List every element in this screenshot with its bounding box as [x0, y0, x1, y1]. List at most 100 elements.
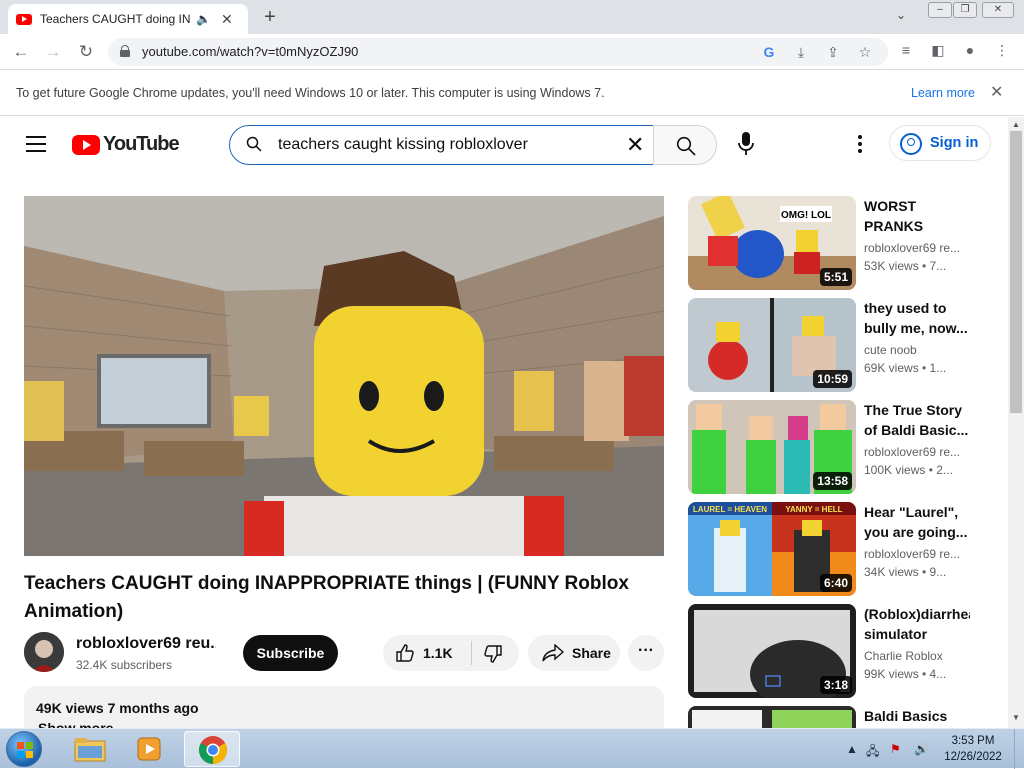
recommendation-thumbnail[interactable]: 3:18	[688, 604, 856, 698]
taskbar-explorer-button[interactable]	[62, 731, 118, 767]
recommendation-item[interactable]: 10:59 they used to bully me, now... cute…	[688, 298, 978, 392]
search-input[interactable]: teachers caught kissing robloxlover ✕	[229, 125, 654, 165]
scrollbar-thumb[interactable]	[1010, 131, 1022, 413]
thumbs-down-icon[interactable]	[483, 644, 503, 664]
view-count-and-date: 49K views 7 months ago	[36, 700, 199, 716]
share-page-icon[interactable]: ⇪	[824, 44, 842, 61]
profile-avatar-icon[interactable]: ●	[960, 42, 980, 58]
thumbnail-caption: OMG! LOL	[781, 210, 831, 221]
browser-tabstrip: Teachers CAUGHT doing INAPPROPRIATE thin…	[0, 0, 1024, 34]
thumbnail-right-caption: YANNY = HELL	[785, 505, 842, 514]
tab-search-chevron-icon[interactable]: ⌄	[896, 8, 906, 22]
restore-button[interactable]: ❐	[953, 2, 977, 18]
install-app-icon[interactable]: ⤓	[792, 44, 810, 61]
recommendation-item[interactable]: 13:58 The True Story of Baldi Basic... r…	[688, 400, 978, 494]
recommendation-channel[interactable]: robloxlover69 re...	[864, 547, 970, 561]
recommendation-item[interactable]: LAUREL = HEAVEN YANNY = HELL 6:40 Hear "…	[688, 502, 978, 596]
learn-more-link[interactable]: Learn more	[911, 86, 975, 100]
taskbar-media-player-button[interactable]	[122, 731, 178, 767]
chrome-menu-icon[interactable]: ⋮	[992, 42, 1012, 59]
google-lens-icon[interactable]: G	[760, 44, 778, 60]
media-controls-icon[interactable]: ≡	[896, 42, 916, 58]
video-title: Teachers CAUGHT doing INAPPROPRIATE thin…	[24, 573, 629, 622]
infobar-message: To get future Google Chrome updates, you…	[16, 86, 605, 100]
recommendation-channel[interactable]: robloxlover69 re...	[864, 445, 970, 459]
recommendation-item[interactable]: 3:18 (Roblox)diarrhea simulator Charlie …	[688, 604, 978, 698]
tab-close-icon[interactable]: ✕	[221, 11, 233, 28]
network-icon[interactable]: 🖧	[866, 742, 879, 763]
recommendation-item[interactable]: OMG! LOL 5:51 WORST PRANKS used... roblo…	[688, 196, 978, 290]
description-box[interactable]: 49K views 7 months ago Show more	[24, 686, 664, 736]
show-desktop-button[interactable]	[1014, 729, 1024, 769]
recommendation-thumbnail[interactable]: OMG! LOL 5:51	[688, 196, 856, 290]
windows-taskbar: ▲ 🖧 ⚑ 🔊 3:53 PM 12/26/2022	[0, 728, 1024, 769]
clear-search-icon[interactable]: ✕	[626, 132, 644, 158]
recommendation-title[interactable]: Hear "Laurel", you are going...	[864, 502, 970, 542]
recommendation-thumbnail[interactable]: LAUREL = HEAVEN YANNY = HELL 6:40	[688, 502, 856, 596]
subscribe-button[interactable]: Subscribe	[243, 635, 338, 671]
search-button[interactable]	[653, 125, 717, 165]
video-player[interactable]	[24, 196, 664, 556]
taskbar-clock[interactable]: 3:53 PM 12/26/2022	[938, 733, 1008, 765]
chrome-icon	[199, 736, 227, 764]
recommendation-title[interactable]: they used to bully me, now...	[864, 298, 970, 338]
more-actions-button[interactable]: ···	[628, 635, 664, 671]
sign-in-button[interactable]: Sign in	[889, 125, 991, 161]
recommendation-thumbnail[interactable]: 13:58	[688, 400, 856, 494]
sign-in-label: Sign in	[930, 135, 979, 151]
recommendation-channel[interactable]: Charlie Roblox	[864, 649, 970, 663]
back-arrow-icon[interactable]: ←	[10, 41, 32, 63]
new-tab-button[interactable]: +	[258, 6, 282, 29]
channel-row: robloxlover69 reu... 32.4K subscribers S…	[24, 632, 664, 676]
forward-arrow-icon[interactable]: →	[42, 41, 64, 63]
recommendation-thumbnail[interactable]	[688, 706, 856, 728]
thumbnail-image	[688, 706, 856, 728]
show-hidden-icons-icon[interactable]: ▲	[846, 742, 858, 756]
lock-icon[interactable]	[120, 45, 130, 57]
recommendation-channel[interactable]: cute noob	[864, 343, 970, 357]
thumbs-up-icon[interactable]	[395, 643, 415, 663]
window-close-button[interactable]: ✕	[982, 2, 1014, 18]
recommendation-title[interactable]: The True Story of Baldi Basic...	[864, 400, 970, 440]
minimize-button[interactable]: –	[928, 2, 952, 18]
channel-name[interactable]: robloxlover69 reu...	[76, 635, 216, 653]
browser-tab-active[interactable]: Teachers CAUGHT doing INAPPROPRIATE thin…	[8, 4, 248, 34]
infobar-close-icon[interactable]: ✕	[990, 82, 1003, 102]
recommendation-channel[interactable]: robloxlover69 re...	[864, 241, 970, 255]
address-bar[interactable]: youtube.com/watch?v=t0mNyzOZJ90 G ⤓ ⇪ ☆	[108, 38, 888, 66]
folder-icon	[74, 738, 106, 762]
recommendation-item[interactable]: Baldi Basics	[688, 706, 978, 728]
channel-avatar[interactable]	[24, 632, 64, 672]
recommendation-thumbnail[interactable]: 10:59	[688, 298, 856, 392]
scroll-down-arrow-icon[interactable]: ▼	[1012, 713, 1020, 722]
voice-search-mic-icon[interactable]	[736, 131, 756, 157]
recommendation-title[interactable]: Baldi Basics	[864, 706, 970, 726]
share-arrow-icon	[542, 644, 564, 662]
hamburger-menu-icon[interactable]	[26, 136, 46, 152]
action-center-flag-icon[interactable]: ⚑	[890, 742, 901, 756]
settings-more-icon[interactable]	[857, 135, 863, 153]
youtube-logo[interactable]: YouTube	[72, 133, 180, 156]
page-scrollbar[interactable]: ▲ ▼	[1008, 117, 1024, 728]
like-divider	[471, 641, 472, 665]
like-count[interactable]: 1.1K	[423, 645, 453, 661]
volume-icon[interactable]: 🔊	[914, 742, 929, 756]
media-player-icon	[137, 737, 161, 761]
start-button[interactable]	[6, 731, 42, 767]
address-bar-url[interactable]: youtube.com/watch?v=t0mNyzOZJ90	[142, 44, 358, 59]
like-dislike-group: 1.1K	[383, 635, 519, 671]
video-frame-roblox-classroom	[24, 196, 664, 556]
recommendation-title[interactable]: (Roblox)diarrhea simulator	[864, 604, 970, 644]
bookmark-star-icon[interactable]: ☆	[856, 44, 874, 61]
reload-icon[interactable]: ↻	[75, 41, 97, 63]
recommendation-title[interactable]: WORST PRANKS used...	[864, 196, 970, 236]
side-panel-icon[interactable]: ◧	[928, 42, 948, 59]
share-button[interactable]: Share	[528, 635, 620, 671]
taskbar-chrome-button[interactable]	[184, 731, 240, 767]
speaker-icon[interactable]: 🔈	[196, 12, 211, 26]
video-duration-badge: 3:18	[819, 676, 852, 694]
scroll-up-arrow-icon[interactable]: ▲	[1012, 120, 1020, 129]
search-query-text[interactable]: teachers caught kissing robloxlover	[278, 136, 528, 154]
share-label: Share	[572, 645, 611, 661]
recommendation-views: 34K views • 9...	[864, 565, 947, 579]
